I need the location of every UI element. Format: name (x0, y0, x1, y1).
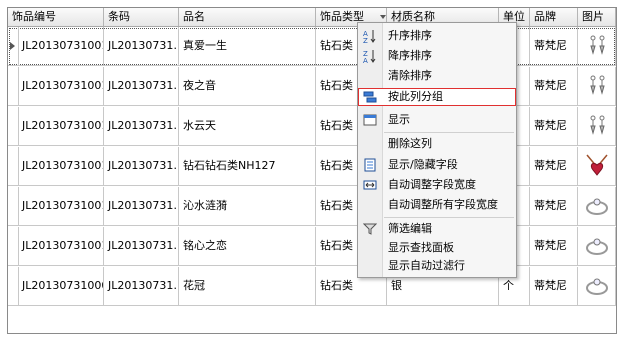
table-row[interactable]: JL201307310008JL20130731…花冠钻石类银个蒂梵尼 (8, 267, 616, 306)
cell-image[interactable] (578, 187, 616, 225)
table-row[interactable]: JL201307310017JL20130731…真爱一生钻石类对蒂梵尼 (8, 27, 616, 66)
cell-id[interactable]: JL201307310008 (18, 267, 104, 305)
column-header-item-code[interactable]: 饰品编号 (8, 8, 104, 26)
pendant-icon (586, 154, 608, 176)
menu-label-remove-column: 删除这列 (388, 137, 432, 150)
current-row-arrow-icon (10, 42, 15, 50)
menu-label-sort-descending: 降序排序 (388, 49, 432, 62)
cell-brand[interactable]: 蒂梵尼 (530, 67, 578, 105)
cell-name[interactable]: 沁水涟漪 (179, 187, 316, 225)
cell-image[interactable] (578, 267, 616, 305)
cell-name[interactable]: 真爱一生 (179, 27, 316, 65)
menu-label-sort-ascending: 升序排序 (388, 29, 432, 42)
cell-barcode[interactable]: JL20130731… (104, 227, 179, 265)
column-chooser-icon (364, 158, 376, 172)
cell-brand[interactable]: 蒂梵尼 (530, 187, 578, 225)
menu-item-show-auto-filter[interactable]: 显示自动过滤行 (358, 257, 516, 275)
cell-id[interactable]: JL201307310014 (18, 147, 104, 185)
cell-name[interactable]: 钻石钻石类NH127 (179, 147, 316, 185)
column-header-barcode[interactable]: 条码 (104, 8, 179, 26)
svg-text:A: A (363, 57, 368, 63)
menu-separator (384, 217, 514, 218)
cell-id[interactable]: JL201307310016 (18, 67, 104, 105)
cell-name[interactable]: 水云天 (179, 107, 316, 145)
menu-label-filter-edit: 筛选编辑 (388, 222, 432, 235)
table-row[interactable]: JL201307310014JL20130731…钻石钻石类NH127钻石类条蒂… (8, 147, 616, 186)
column-context-menu: AZ 升序排序 ZA 降序排序 清除排序 按此列分组 显示 删除这列 显示/隐藏… (357, 22, 517, 278)
cell-id[interactable]: JL201307310012 (18, 227, 104, 265)
grid-header: 饰品编号 条码 品名 饰品类型 材质名称 单位 品牌 图片 (8, 8, 616, 27)
menu-item-show[interactable]: 显示 (358, 111, 516, 129)
ring-icon (586, 278, 608, 295)
menu-separator (384, 132, 514, 133)
cell-id[interactable]: JL201307310015 (18, 107, 104, 145)
cell-barcode[interactable]: JL20130731… (104, 107, 179, 145)
cell-barcode[interactable]: JL20130731… (104, 267, 179, 305)
cell-brand[interactable]: 蒂梵尼 (530, 107, 578, 145)
filter-icon (363, 223, 377, 235)
column-header-brand[interactable]: 品牌 (530, 8, 578, 26)
cell-name[interactable]: 花冠 (179, 267, 316, 305)
menu-label-clear-sort: 清除排序 (388, 69, 432, 82)
table-row[interactable]: JL201307310013JL20130731…沁水涟漪钻石类个蒂梵尼 (8, 187, 616, 226)
menu-item-show-find-panel[interactable]: 显示查找面板 (358, 239, 516, 257)
column-header-name[interactable]: 品名 (179, 8, 316, 26)
cell-name[interactable]: 铭心之恋 (179, 227, 316, 265)
menu-item-clear-sort[interactable]: 清除排序 (358, 67, 516, 85)
menu-label-show-hide-fields: 显示/隐藏字段 (388, 158, 458, 171)
best-fit-icon (363, 180, 377, 190)
cell-barcode[interactable]: JL20130731… (104, 27, 179, 65)
group-by-icon (363, 91, 377, 103)
menu-item-sort-ascending[interactable]: AZ 升序排序 (358, 27, 516, 45)
menu-label-show: 显示 (388, 113, 410, 126)
menu-item-remove-column[interactable]: 删除这列 (358, 135, 516, 153)
earring-icon (590, 115, 605, 135)
ring-icon (586, 238, 608, 255)
cell-brand[interactable]: 蒂梵尼 (530, 147, 578, 185)
cell-id[interactable]: JL201307310013 (18, 187, 104, 225)
menu-label-show-auto-filter: 显示自动过滤行 (388, 259, 465, 272)
cell-id[interactable]: JL201307310017 (18, 27, 104, 65)
ring-icon (586, 198, 608, 215)
menu-item-auto-width-field[interactable]: 自动调整字段宽度 (358, 176, 516, 194)
menu-item-sort-descending[interactable]: ZA 降序排序 (358, 47, 516, 65)
cell-barcode[interactable]: JL20130731… (104, 67, 179, 105)
cell-barcode[interactable]: JL20130731… (104, 187, 179, 225)
sort-descending-icon: ZA (363, 50, 376, 63)
cell-image[interactable] (578, 147, 616, 185)
menu-item-show-hide-fields[interactable]: 显示/隐藏字段 (358, 156, 516, 174)
menu-item-filter-edit[interactable]: 筛选编辑 (358, 220, 516, 238)
menu-label-show-find-panel: 显示查找面板 (388, 241, 454, 254)
cell-barcode[interactable]: JL20130731… (104, 147, 179, 185)
cell-brand[interactable]: 蒂梵尼 (530, 27, 578, 65)
sort-ascending-icon: AZ (363, 30, 376, 43)
cell-name[interactable]: 夜之音 (179, 67, 316, 105)
table-row[interactable]: JL201307310012JL20130731…铭心之恋钻石类枚蒂梵尼 (8, 227, 616, 266)
column-header-image[interactable]: 图片 (578, 8, 616, 26)
column-filter-arrow-icon[interactable] (380, 15, 386, 19)
cell-image[interactable] (578, 107, 616, 145)
earring-icon (590, 75, 605, 95)
svg-text:Z: Z (363, 37, 368, 43)
table-row[interactable]: JL201307310015JL20130731…水云天钻石类对蒂梵尼 (8, 107, 616, 146)
earring-icon (590, 35, 605, 55)
cell-image[interactable] (578, 67, 616, 105)
menu-item-group-by-column[interactable]: 按此列分组 (358, 88, 516, 106)
menu-label-auto-width-field: 自动调整字段宽度 (388, 178, 476, 191)
menu-item-auto-width-all[interactable]: 自动调整所有字段宽度 (358, 196, 516, 214)
cell-brand[interactable]: 蒂梵尼 (530, 227, 578, 265)
table-row[interactable]: JL201307310016JL20130731…夜之音钻石类对蒂梵尼 (8, 67, 616, 106)
cell-image[interactable] (578, 27, 616, 65)
data-grid[interactable]: 饰品编号 条码 品名 饰品类型 材质名称 单位 品牌 图片 JL20130731… (7, 7, 617, 334)
menu-label-auto-width-all: 自动调整所有字段宽度 (388, 198, 498, 211)
menu-label-group-by-column: 按此列分组 (388, 90, 443, 103)
group-panel-icon (363, 114, 377, 126)
cell-brand[interactable]: 蒂梵尼 (530, 267, 578, 305)
cell-image[interactable] (578, 227, 616, 265)
